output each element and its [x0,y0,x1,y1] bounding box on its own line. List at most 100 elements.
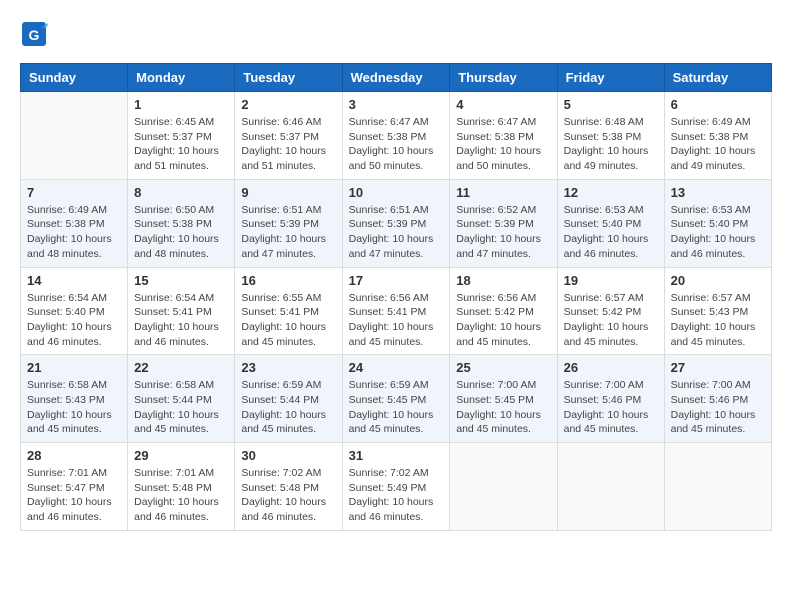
day-info: Sunrise: 6:59 AMSunset: 5:44 PMDaylight:… [241,378,335,437]
day-info: Sunrise: 6:57 AMSunset: 5:43 PMDaylight:… [671,291,765,350]
calendar: SundayMondayTuesdayWednesdayThursdayFrid… [20,63,772,531]
calendar-week-4: 21 Sunrise: 6:58 AMSunset: 5:43 PMDayligh… [21,355,772,443]
calendar-cell: 31 Sunrise: 7:02 AMSunset: 5:49 PMDayligh… [342,443,450,531]
day-header-thursday: Thursday [450,64,557,92]
day-info: Sunrise: 6:52 AMSunset: 5:39 PMDaylight:… [456,203,550,262]
day-header-saturday: Saturday [664,64,771,92]
calendar-cell: 16 Sunrise: 6:55 AMSunset: 5:41 PMDayligh… [235,267,342,355]
calendar-cell: 1 Sunrise: 6:45 AMSunset: 5:37 PMDaylight… [128,92,235,180]
calendar-cell: 10 Sunrise: 6:51 AMSunset: 5:39 PMDayligh… [342,179,450,267]
day-number: 11 [456,185,550,200]
day-info: Sunrise: 7:02 AMSunset: 5:49 PMDaylight:… [349,466,444,525]
day-info: Sunrise: 6:56 AMSunset: 5:41 PMDaylight:… [349,291,444,350]
day-number: 15 [134,273,228,288]
calendar-cell: 30 Sunrise: 7:02 AMSunset: 5:48 PMDayligh… [235,443,342,531]
day-info: Sunrise: 7:00 AMSunset: 5:45 PMDaylight:… [456,378,550,437]
day-number: 27 [671,360,765,375]
day-number: 6 [671,97,765,112]
calendar-cell: 14Sunrise: 6:54 AMSunset: 5:40 PMDayligh… [21,267,128,355]
day-header-friday: Friday [557,64,664,92]
day-number: 8 [134,185,228,200]
day-number: 25 [456,360,550,375]
calendar-cell [21,92,128,180]
day-number: 20 [671,273,765,288]
calendar-cell: 21 Sunrise: 6:58 AMSunset: 5:43 PMDayligh… [21,355,128,443]
day-number: 23 [241,360,335,375]
day-info: Sunrise: 6:53 AMSunset: 5:40 PMDaylight:… [564,203,658,262]
page-header: G [20,20,772,53]
day-info: Sunrise: 6:55 AMSunset: 5:41 PMDaylight:… [241,291,335,350]
calendar-cell: 2Sunrise: 6:46 AMSunset: 5:37 PMDaylight… [235,92,342,180]
day-info: Sunrise: 6:54 AMSunset: 5:40 PMDaylight:… [27,291,121,350]
day-number: 10 [349,185,444,200]
calendar-cell: 7 Sunrise: 6:49 AMSunset: 5:38 PMDaylight… [21,179,128,267]
calendar-cell: 5 Sunrise: 6:48 AMSunset: 5:38 PMDaylight… [557,92,664,180]
logo: G [20,20,52,53]
logo-icon: G [20,20,48,53]
day-header-sunday: Sunday [21,64,128,92]
day-number: 13 [671,185,765,200]
day-number: 7 [27,185,121,200]
day-info: Sunrise: 7:01 AMSunset: 5:47 PMDaylight:… [27,466,121,525]
calendar-cell: 27Sunrise: 7:00 AMSunset: 5:46 PMDayligh… [664,355,771,443]
day-info: Sunrise: 6:48 AMSunset: 5:38 PMDaylight:… [564,115,658,174]
day-number: 4 [456,97,550,112]
calendar-cell: 15 Sunrise: 6:54 AMSunset: 5:41 PMDayligh… [128,267,235,355]
day-header-monday: Monday [128,64,235,92]
day-info: Sunrise: 6:56 AMSunset: 5:42 PMDaylight:… [456,291,550,350]
calendar-cell: 20 Sunrise: 6:57 AMSunset: 5:43 PMDayligh… [664,267,771,355]
day-number: 24 [349,360,444,375]
day-info: Sunrise: 6:51 AMSunset: 5:39 PMDaylight:… [349,203,444,262]
day-info: Sunrise: 6:47 AMSunset: 5:38 PMDaylight:… [456,115,550,174]
day-number: 1 [134,97,228,112]
day-number: 3 [349,97,444,112]
calendar-cell [664,443,771,531]
calendar-cell: 23 Sunrise: 6:59 AMSunset: 5:44 PMDayligh… [235,355,342,443]
calendar-cell: 19Sunrise: 6:57 AMSunset: 5:42 PMDayligh… [557,267,664,355]
calendar-week-3: 14Sunrise: 6:54 AMSunset: 5:40 PMDayligh… [21,267,772,355]
day-info: Sunrise: 6:53 AMSunset: 5:40 PMDaylight:… [671,203,765,262]
day-number: 12 [564,185,658,200]
day-number: 30 [241,448,335,463]
day-info: Sunrise: 6:49 AMSunset: 5:38 PMDaylight:… [671,115,765,174]
day-info: Sunrise: 6:57 AMSunset: 5:42 PMDaylight:… [564,291,658,350]
calendar-cell [557,443,664,531]
calendar-cell: 26Sunrise: 7:00 AMSunset: 5:46 PMDayligh… [557,355,664,443]
day-number: 17 [349,273,444,288]
calendar-cell: 25 Sunrise: 7:00 AMSunset: 5:45 PMDayligh… [450,355,557,443]
day-info: Sunrise: 6:59 AMSunset: 5:45 PMDaylight:… [349,378,444,437]
calendar-week-5: 28 Sunrise: 7:01 AMSunset: 5:47 PMDayligh… [21,443,772,531]
calendar-cell: 28 Sunrise: 7:01 AMSunset: 5:47 PMDayligh… [21,443,128,531]
day-number: 18 [456,273,550,288]
calendar-cell: 8 Sunrise: 6:50 AMSunset: 5:38 PMDaylight… [128,179,235,267]
day-number: 9 [241,185,335,200]
calendar-cell: 18 Sunrise: 6:56 AMSunset: 5:42 PMDayligh… [450,267,557,355]
calendar-cell: 29Sunrise: 7:01 AMSunset: 5:48 PMDayligh… [128,443,235,531]
calendar-cell: 4 Sunrise: 6:47 AMSunset: 5:38 PMDaylight… [450,92,557,180]
calendar-cell [450,443,557,531]
calendar-cell: 13 Sunrise: 6:53 AMSunset: 5:40 PMDayligh… [664,179,771,267]
day-number: 21 [27,360,121,375]
calendar-week-2: 7 Sunrise: 6:49 AMSunset: 5:38 PMDaylight… [21,179,772,267]
day-info: Sunrise: 6:58 AMSunset: 5:43 PMDaylight:… [27,378,121,437]
day-info: Sunrise: 6:51 AMSunset: 5:39 PMDaylight:… [241,203,335,262]
calendar-cell: 17 Sunrise: 6:56 AMSunset: 5:41 PMDayligh… [342,267,450,355]
day-number: 31 [349,448,444,463]
day-info: Sunrise: 6:45 AMSunset: 5:37 PMDaylight:… [134,115,228,174]
day-info: Sunrise: 6:46 AMSunset: 5:37 PMDaylight:… [241,115,335,174]
day-info: Sunrise: 7:02 AMSunset: 5:48 PMDaylight:… [241,466,335,525]
day-info: Sunrise: 6:50 AMSunset: 5:38 PMDaylight:… [134,203,228,262]
svg-text:G: G [29,27,40,43]
day-info: Sunrise: 6:49 AMSunset: 5:38 PMDaylight:… [27,203,121,262]
calendar-cell: 6 Sunrise: 6:49 AMSunset: 5:38 PMDaylight… [664,92,771,180]
day-number: 26 [564,360,658,375]
day-info: Sunrise: 6:54 AMSunset: 5:41 PMDaylight:… [134,291,228,350]
day-number: 22 [134,360,228,375]
day-number: 16 [241,273,335,288]
day-number: 28 [27,448,121,463]
calendar-cell: 22Sunrise: 6:58 AMSunset: 5:44 PMDayligh… [128,355,235,443]
day-number: 5 [564,97,658,112]
day-info: Sunrise: 7:01 AMSunset: 5:48 PMDaylight:… [134,466,228,525]
day-header-wednesday: Wednesday [342,64,450,92]
calendar-cell: 9 Sunrise: 6:51 AMSunset: 5:39 PMDaylight… [235,179,342,267]
